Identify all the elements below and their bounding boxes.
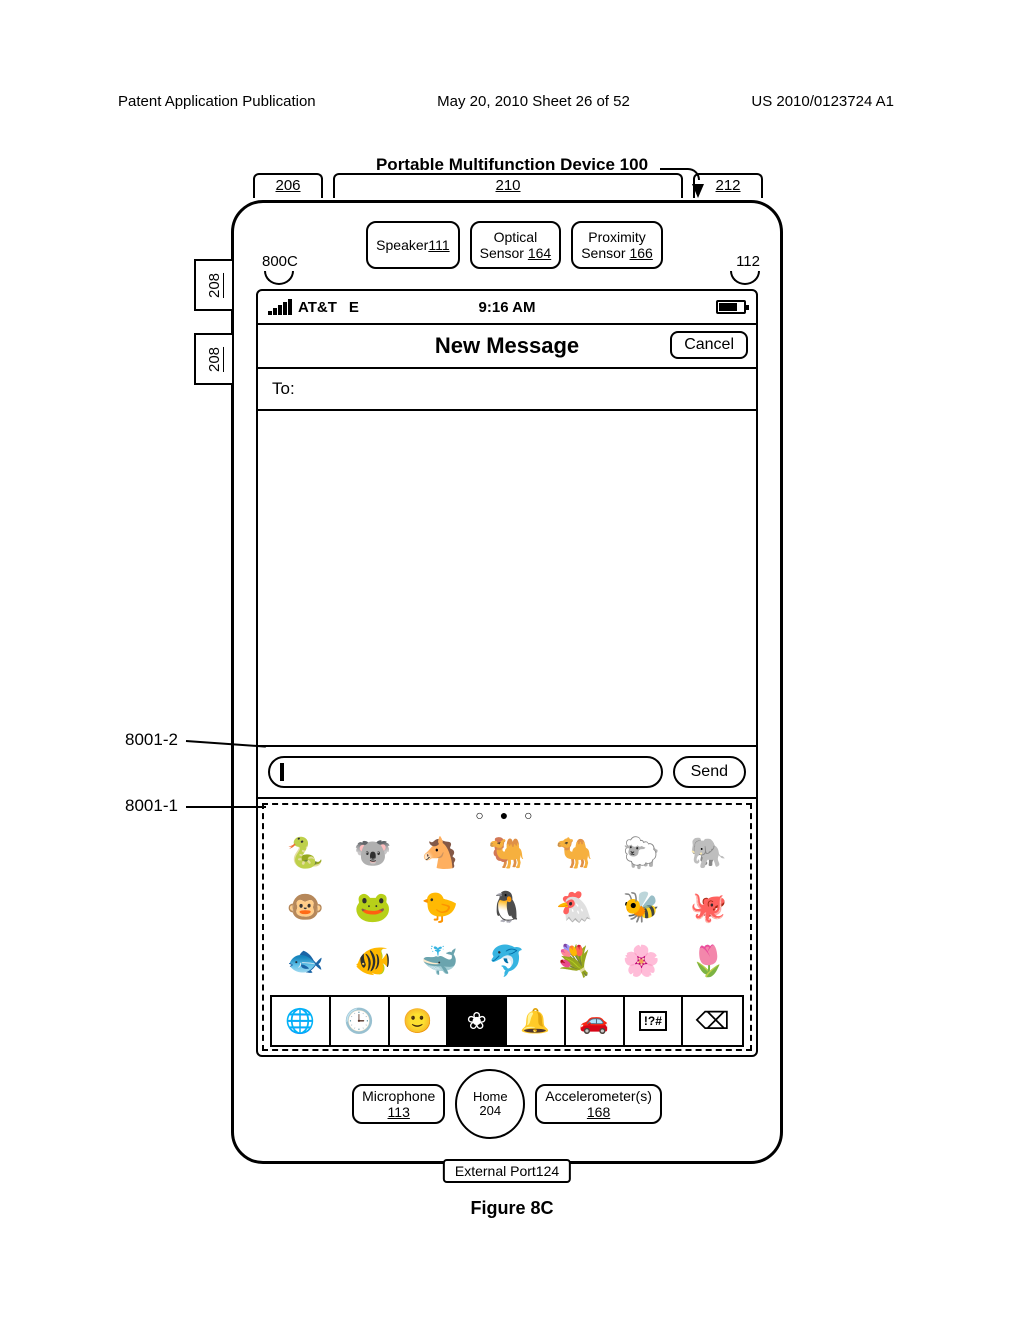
hardware-bottom-row: Microphone 113 Home 204 Accelerometer(s)… <box>234 1069 780 1139</box>
send-button[interactable]: Send <box>673 756 746 788</box>
accel-label: Accelerometer(s) <box>545 1088 652 1104</box>
ref-208-a: 208 <box>194 259 234 311</box>
ext-port-label: External Port <box>455 1163 536 1179</box>
clock-label: 9:16 AM <box>479 299 536 316</box>
emoji-keyboard: ○ ● ○ 🐍 🐨 🐴 🐫 🐪 🐑 🐘 🐵 🐸 🐤 🐧 🐔 🐝 🐙 🐟 🐠 � <box>258 797 756 1055</box>
ref-800c: 800C <box>262 253 298 270</box>
prox-ref: 166 <box>629 245 652 261</box>
ref-208-b: 208 <box>194 333 234 385</box>
curve-800c <box>264 271 294 285</box>
microphone-box: Microphone 113 <box>352 1084 445 1124</box>
home-label: Home <box>473 1090 508 1104</box>
category-objects[interactable]: 🔔 <box>507 997 566 1045</box>
optical-sensor-box: Optical Sensor 164 <box>470 221 562 269</box>
prox-l1: Proximity <box>581 229 653 245</box>
emoji-octopus[interactable]: 🐙 <box>679 885 738 929</box>
emoji-chick[interactable]: 🐤 <box>410 885 469 929</box>
speaker-ref: 111 <box>428 237 449 253</box>
to-field[interactable]: To: <box>258 369 756 411</box>
ref-206: 206 <box>253 173 323 198</box>
proximity-sensor-box: Proximity Sensor 166 <box>571 221 663 269</box>
emoji-elephant[interactable]: 🐘 <box>679 831 738 875</box>
optical-l2: Sensor <box>480 245 528 261</box>
emoji-camel[interactable]: 🐪 <box>545 831 604 875</box>
emoji-penguin[interactable]: 🐧 <box>477 885 536 929</box>
category-symbols[interactable]: !?# <box>625 997 684 1045</box>
mic-ref: 113 <box>362 1104 435 1120</box>
emoji-chicken[interactable]: 🐔 <box>545 885 604 929</box>
category-recent[interactable]: 🕒 <box>331 997 390 1045</box>
prox-l2: Sensor <box>581 245 629 261</box>
compose-row: Send <box>258 745 756 797</box>
accelerometer-box: Accelerometer(s) 168 <box>535 1084 662 1124</box>
optical-ref: 164 <box>528 245 551 261</box>
page-indicator[interactable]: ○ ● ○ <box>266 805 748 827</box>
patent-header: Patent Application Publication May 20, 2… <box>118 93 894 110</box>
top-ref-tabs: 206 210 212 <box>253 173 763 198</box>
callout-8001-1: 8001-1 <box>125 796 178 816</box>
ext-port-ref: 124 <box>536 1163 559 1179</box>
emoji-koala[interactable]: 🐨 <box>343 831 402 875</box>
home-button[interactable]: Home 204 <box>455 1069 525 1139</box>
status-bar: AT&T E 9:16 AM <box>258 291 756 325</box>
category-nature[interactable]: ❀ <box>448 997 507 1045</box>
page-title: New Message <box>435 333 579 359</box>
message-body-area[interactable] <box>258 411 756 745</box>
ref-112: 112 <box>736 253 760 270</box>
emoji-fish[interactable]: 🐟 <box>276 939 335 983</box>
home-ref: 204 <box>479 1104 501 1118</box>
emoji-grid: 🐍 🐨 🐴 🐫 🐪 🐑 🐘 🐵 🐸 🐤 🐧 🐔 🐝 🐙 🐟 🐠 🐳 🐬 <box>266 827 748 991</box>
to-label: To: <box>272 379 295 398</box>
header-right: US 2010/0123724 A1 <box>751 93 894 110</box>
emoji-dolphin[interactable]: 🐬 <box>477 939 536 983</box>
ref-212: 212 <box>693 173 763 198</box>
figure-label: Figure 8C <box>0 1198 1024 1219</box>
battery-icon <box>716 300 746 314</box>
category-places[interactable]: 🚗 <box>566 997 625 1045</box>
touchscreen: AT&T E 9:16 AM New Message Cancel To: Se… <box>256 289 758 1057</box>
symbols-box: !?# <box>639 1011 667 1031</box>
hardware-top-row: Speaker111 Optical Sensor 164 Proximity … <box>309 221 720 269</box>
category-globe[interactable]: 🌐 <box>272 997 331 1045</box>
text-cursor <box>280 763 284 781</box>
accel-ref: 168 <box>545 1104 652 1120</box>
device-frame: 208 208 800C 112 Speaker111 Optical Sens… <box>231 200 783 1164</box>
nav-bar: New Message Cancel <box>258 325 756 369</box>
emoji-tropical-fish[interactable]: 🐠 <box>343 939 402 983</box>
curve-112 <box>730 271 760 285</box>
header-center: May 20, 2010 Sheet 26 of 52 <box>437 93 630 110</box>
ref-210: 210 <box>333 173 683 198</box>
emoji-snake[interactable]: 🐍 <box>276 831 335 875</box>
carrier-label: AT&T <box>298 299 337 316</box>
device-title: Portable Multifunction Device 100 <box>0 155 1024 175</box>
mic-label: Microphone <box>362 1088 435 1104</box>
emoji-cherry-blossom[interactable]: 🌸 <box>612 939 671 983</box>
emoji-bee[interactable]: 🐝 <box>612 885 671 929</box>
backspace-key[interactable]: ⌫ <box>683 997 742 1045</box>
callout-8001-2: 8001-2 <box>125 730 178 750</box>
emoji-category-bar: 🌐 🕒 🙂 ❀ 🔔 🚗 !?# ⌫ <box>270 995 744 1047</box>
optical-l1: Optical <box>480 229 552 245</box>
header-left: Patent Application Publication <box>118 93 316 110</box>
emoji-camel-two[interactable]: 🐫 <box>477 831 536 875</box>
emoji-monkey[interactable]: 🐵 <box>276 885 335 929</box>
category-faces[interactable]: 🙂 <box>390 997 449 1045</box>
speaker-box: Speaker111 <box>366 221 459 269</box>
callout-line-8001-1 <box>186 806 266 808</box>
network-label: E <box>349 299 359 316</box>
emoji-frog[interactable]: 🐸 <box>343 885 402 929</box>
emoji-tulip[interactable]: 🌷 <box>679 939 738 983</box>
emoji-horse[interactable]: 🐴 <box>410 831 469 875</box>
signal-bars-icon <box>268 299 292 315</box>
emoji-bouquet[interactable]: 💐 <box>545 939 604 983</box>
emoji-sheep[interactable]: 🐑 <box>612 831 671 875</box>
emoji-whale[interactable]: 🐳 <box>410 939 469 983</box>
speaker-label: Speaker <box>376 237 428 253</box>
cancel-button[interactable]: Cancel <box>670 331 748 359</box>
message-input[interactable] <box>268 756 663 788</box>
external-port-box: External Port124 <box>443 1159 571 1183</box>
